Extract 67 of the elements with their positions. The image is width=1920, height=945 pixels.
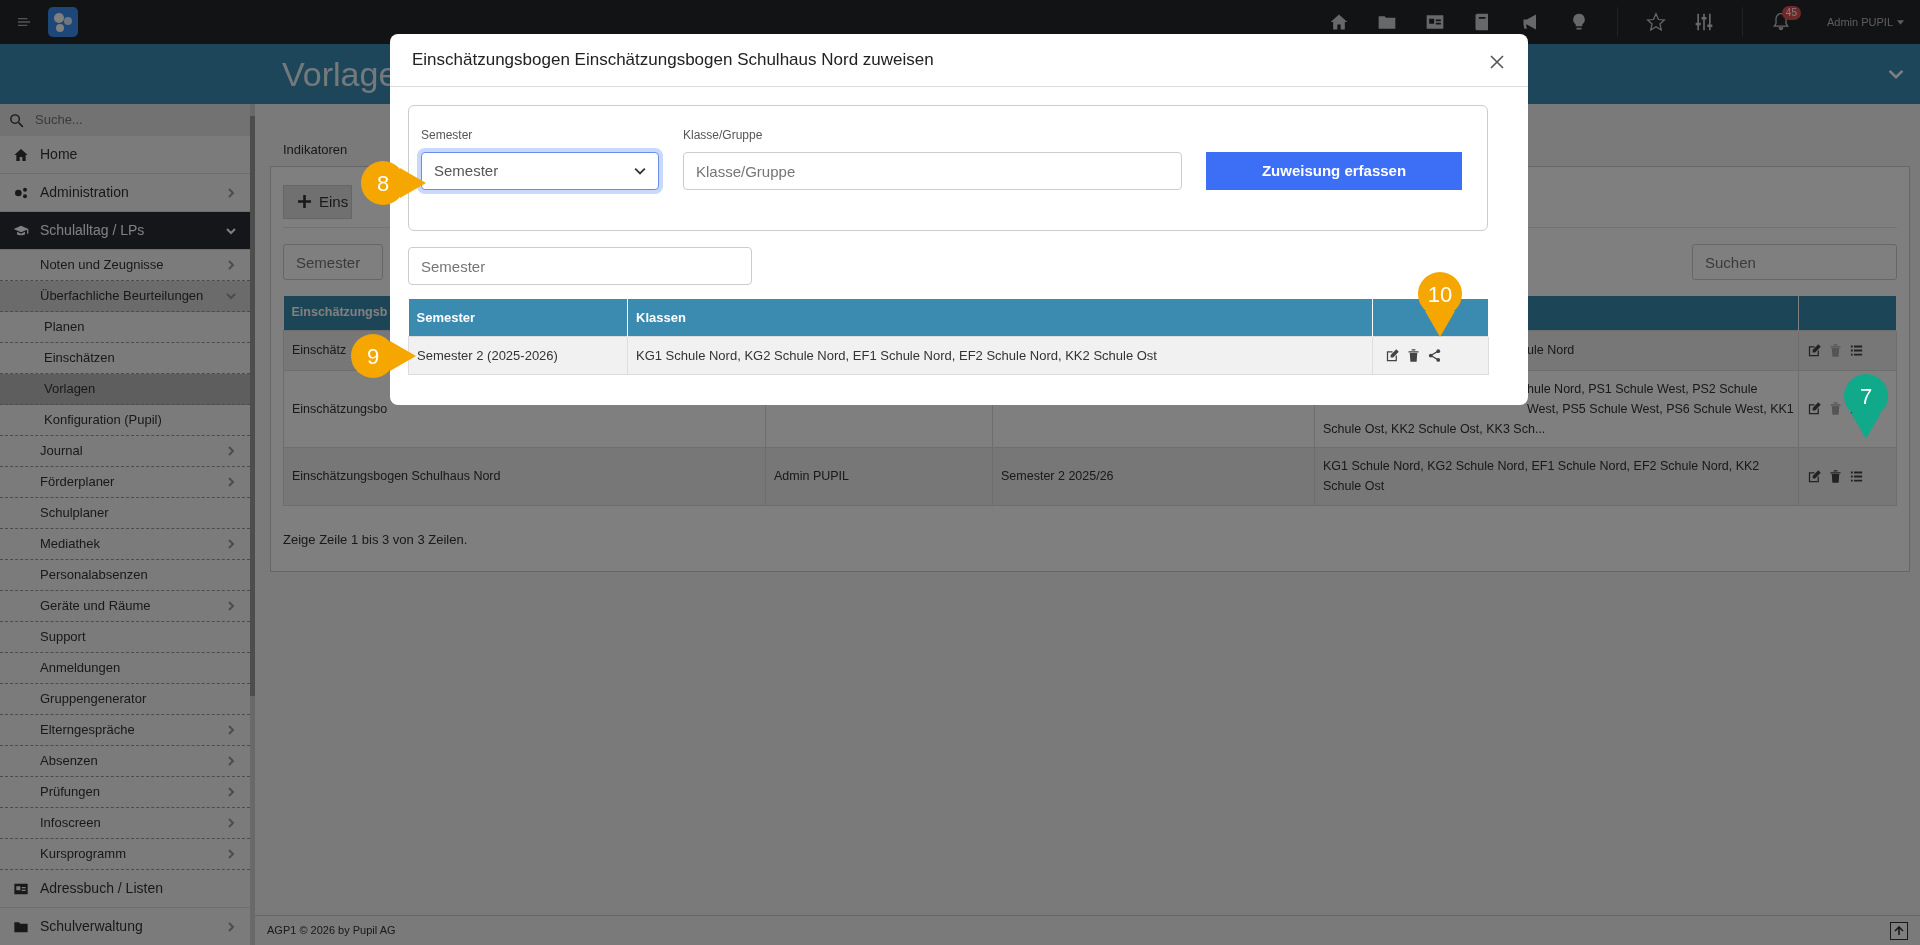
user-menu[interactable]: Admin PUPIL [1826,13,1904,31]
chevron-down-icon [226,291,236,301]
column-header: Klassen [636,309,686,325]
chevron-right-icon [226,756,236,766]
search-field[interactable]: Suchen [1692,244,1897,280]
edit-icon [1807,401,1822,416]
edit-icon [1385,347,1400,363]
sidebar-item[interactable]: Adressbuch / Listen [0,870,250,908]
star-icon [1645,12,1666,32]
field-label: Klasse/Gruppe [683,127,764,145]
class-group-field[interactable]: Klasse/Gruppe [683,152,1182,191]
search-input[interactable]: Suche... [33,109,233,131]
table-cell-text: hule Nord, PS1 Schule West, PS2 Schule [1527,380,1758,398]
sliders-icon [1693,12,1714,32]
notification-badge: 45 [1781,5,1801,20]
footer-text: AGP1 © 2026 by Pupil AG [267,923,396,939]
id-card-icon[interactable] [1424,12,1445,32]
add-button[interactable]: Eins [283,184,353,219]
chevron-right-icon [226,921,236,932]
table-cell-text: West, PS5 Schule West, PS6 Schule West, KK1 [1527,400,1794,418]
chevron-down-icon [226,225,236,236]
chevron-right-icon [226,601,236,611]
sidebar-item[interactable]: Vorlagen [0,374,250,405]
caret-icon [1897,19,1904,25]
chevron-right-icon [226,818,236,828]
arrow-up-icon [1894,925,1904,936]
search-icon [8,111,25,129]
chevron-right-icon [226,539,236,549]
table-info: Zeige Zeile 1 bis 3 von 3 Zeilen. [283,530,469,549]
modal-title: Einschätzungsbogen Einschätzungsbogen Schulhaus Nord zuweisen [412,50,934,71]
chevron-right-icon [226,446,236,456]
scroll-top-button[interactable] [1890,921,1908,940]
sidebar-search-field[interactable]: Suche... [0,104,250,136]
table-cell: KG1 Schule Nord, KG2 Schule Nord, EF1 Schule Nord, EF2 Schule Nord, KK2 Schule Ost [627,336,1373,375]
edit-icon [1807,468,1822,484]
table-cell-text: ule Nord [1527,342,1575,359]
semester-filter-field[interactable]: Semester [408,247,752,286]
table-cell: Einschätzungsbogen Schulhaus Nord [283,447,766,505]
column-header: Semester [416,309,476,325]
chevron-right-icon [226,725,236,735]
column-header: Einschätzungsb [291,305,388,320]
logo-icon [48,7,78,37]
home-icon[interactable] [1328,12,1349,32]
sidebar-item-icon [12,146,30,163]
trash-icon [1406,347,1421,363]
scrollbar-thumb[interactable] [250,116,255,696]
table-cell: Semester 2 2025/26 [1001,469,1114,483]
chevron-right-icon [226,477,236,487]
share-icon [1427,347,1442,363]
chevron-right-icon [226,260,236,270]
close-icon [1489,53,1505,70]
sidebar-item[interactable]: Überfachliche Beurteilungen [0,281,250,312]
sidebar-item[interactable]: Home [0,136,250,174]
chevron-right-icon [226,187,236,198]
table-cell: Admin PUPIL [774,469,850,483]
table-cell-text: Schule Ost, KK2 Schule Ost, KK3 Sch... [1323,420,1547,438]
chevron-right-icon [226,849,236,859]
table-cell-text: KG1 Schule Nord, KG2 Schule Nord, EF1 Schule Nord, EF2 Schule Nord, KK2 Schule Ost [1323,458,1761,495]
tab[interactable]: Indikatoren [270,134,361,166]
field-label: Semester [421,127,474,145]
chevron-right-icon [226,787,236,797]
submit-button[interactable]: Zuweisung erfassen [1206,152,1462,191]
edit-icon [1807,342,1822,358]
table-cell: Semester 2 (2025-2026) [408,336,628,375]
plus-icon [298,195,311,209]
semester-filter-field[interactable]: Semester [283,244,383,280]
sidebar-item[interactable]: Schulalltag / LPs [0,212,250,250]
